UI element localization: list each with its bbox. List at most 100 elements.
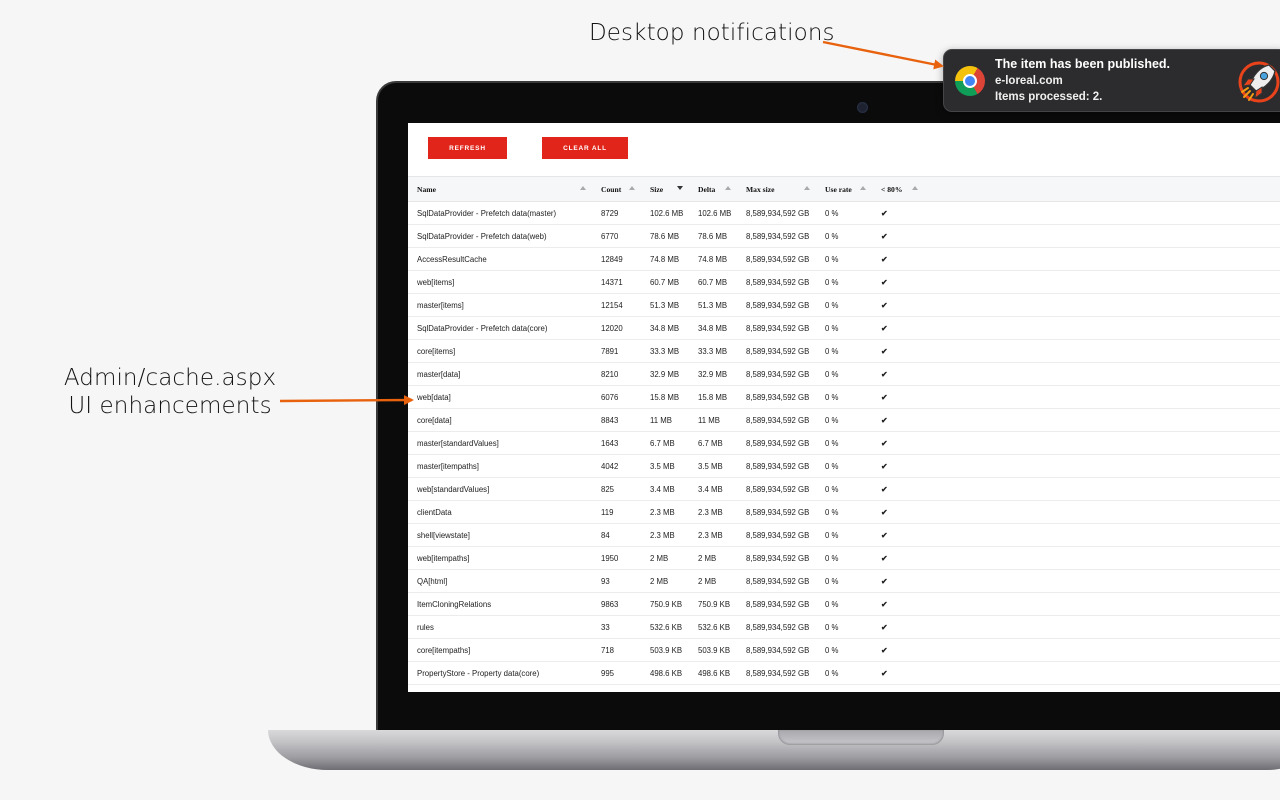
col-header-use-rate[interactable]: Use rate (816, 176, 872, 202)
table-row: master[itempaths] 4042 3.5 MB 3.5 MB 8,589,9… (408, 454, 1280, 478)
cell-under-80: ✔ (872, 661, 1280, 685)
cell-size: 532.6 KB (641, 615, 689, 639)
cell-under-80: ✔ (872, 270, 1280, 294)
laptop-base (268, 730, 1280, 770)
cell-size: 3.5 MB (641, 454, 689, 478)
cell-name: web[data] (408, 385, 592, 409)
cell-under-80: ✔ (872, 408, 1280, 432)
cell-max-size: 8,589,934,592 GB (737, 546, 816, 570)
desktop-notification[interactable]: The item has been published. e-loreal.co… (943, 49, 1280, 112)
cell-use-rate: 0 % (816, 454, 872, 478)
cell-name: web[items] (408, 270, 592, 294)
cell-size: 2.3 MB (641, 500, 689, 524)
cell-use-rate: 0 % (816, 316, 872, 340)
cell-under-80: ✔ (872, 362, 1280, 386)
cell-use-rate: 0 % (816, 615, 872, 639)
sort-asc-icon (629, 186, 635, 190)
cell-delta: 2 MB (689, 546, 737, 570)
col-header-name[interactable]: Name (408, 176, 592, 202)
cell-count: 8843 (592, 408, 641, 432)
cell-under-80: ✔ (872, 569, 1280, 593)
cell-count: 7891 (592, 339, 641, 363)
cell-delta: 2.3 MB (689, 523, 737, 547)
table-row: core[data] 8843 11 MB 11 MB 8,589,934,592 GB… (408, 408, 1280, 432)
cell-name: core[itempaths] (408, 638, 592, 662)
cell-delta: 32.9 MB (689, 362, 737, 386)
cell-delta: 15.8 MB (689, 385, 737, 409)
cell-name: AccessResultCache (408, 247, 592, 271)
admin-cache-caption: Admin/cache.aspx UI enhancements (48, 364, 292, 420)
cell-name: clientData (408, 500, 592, 524)
cell-use-rate: 0 % (816, 408, 872, 432)
cell-name: ItemCloningRelations (408, 592, 592, 616)
cell-size: 2 MB (641, 546, 689, 570)
cell-count: 12849 (592, 247, 641, 271)
cell-under-80: ✔ (872, 385, 1280, 409)
cell-delta: 6.7 MB (689, 431, 737, 455)
cell-size: 51.3 MB (641, 293, 689, 317)
cell-delta: 750.9 KB (689, 592, 737, 616)
admin-caption-line1: Admin/cache.aspx (63, 365, 277, 391)
col-header-max-size[interactable]: Max size (737, 176, 816, 202)
cell-count: 825 (592, 477, 641, 501)
col-header-under-80[interactable]: < 80% (872, 176, 1280, 202)
cell-delta: 3.5 MB (689, 454, 737, 478)
cell-under-80: ✔ (872, 500, 1280, 524)
cell-size: 3.4 MB (641, 477, 689, 501)
table-row: web[itempaths] 1950 2 MB 2 MB 8,589,934,592 … (408, 546, 1280, 570)
cell-name: web[standardValues] (408, 477, 592, 501)
cell-name: core[items] (408, 339, 592, 363)
cell-max-size: 8,589,934,592 GB (737, 431, 816, 455)
cell-max-size: 8,589,934,592 GB (737, 247, 816, 271)
cell-use-rate: 0 % (816, 569, 872, 593)
clear-all-button[interactable]: CLEAR ALL (542, 137, 628, 159)
chrome-icon (955, 66, 985, 96)
admin-caption-line2: UI enhancements (68, 393, 272, 419)
cell-delta: 503.9 KB (689, 638, 737, 662)
cell-size: 102.6 MB (641, 201, 689, 225)
cell-use-rate: 0 % (816, 592, 872, 616)
cell-delta: 3.4 MB (689, 477, 737, 501)
table-row: master[items] 12154 51.3 MB 51.3 MB 8,589,93… (408, 293, 1280, 317)
cell-count: 93 (592, 569, 641, 593)
cell-count: 8729 (592, 201, 641, 225)
cell-under-80: ✔ (872, 247, 1280, 271)
cell-size: 33.3 MB (641, 339, 689, 363)
notification-site: e-loreal.com (995, 75, 1063, 87)
table-row: web[data] 6076 15.8 MB 15.8 MB 8,589,934,592… (408, 385, 1280, 409)
table-row: web[items] 14371 60.7 MB 60.7 MB 8,589,934,5… (408, 270, 1280, 294)
cell-under-80: ✔ (872, 592, 1280, 616)
cell-max-size: 8,589,934,592 GB (737, 339, 816, 363)
table-row: master[standardValues] 1643 6.7 MB 6.7 MB 8,… (408, 431, 1280, 455)
cell-max-size: 8,589,934,592 GB (737, 454, 816, 478)
cell-use-rate: 0 % (816, 477, 872, 501)
cell-under-80: ✔ (872, 293, 1280, 317)
cell-name: master[data] (408, 362, 592, 386)
sort-desc-icon (677, 186, 683, 190)
table-row: AccessResultCache 12849 74.8 MB 74.8 MB 8,58… (408, 247, 1280, 271)
toolbar: REFRESH CLEAR ALL (408, 123, 1280, 176)
cell-use-rate: 0 % (816, 500, 872, 524)
cell-count: 1643 (592, 431, 641, 455)
col-header-count[interactable]: Count (592, 176, 641, 202)
sort-asc-icon (725, 186, 731, 190)
arrow-to-notification (822, 40, 944, 70)
table-row: web[standardValues] 825 3.4 MB 3.4 MB 8,589,… (408, 477, 1280, 501)
cell-max-size: 8,589,934,592 GB (737, 523, 816, 547)
cell-max-size: 8,589,934,592 GB (737, 615, 816, 639)
cell-max-size: 8,589,934,592 GB (737, 293, 816, 317)
col-header-delta[interactable]: Delta (689, 176, 737, 202)
cell-use-rate: 0 % (816, 339, 872, 363)
cell-count: 119 (592, 500, 641, 524)
refresh-button[interactable]: REFRESH (428, 137, 507, 159)
cell-name: web[itempaths] (408, 546, 592, 570)
cell-delta: 78.6 MB (689, 224, 737, 248)
cell-name: master[standardValues] (408, 431, 592, 455)
cell-count: 1950 (592, 546, 641, 570)
cell-size: 34.8 MB (641, 316, 689, 340)
cell-name: SqlDataProvider - Prefetch data(web) (408, 224, 592, 248)
col-header-size[interactable]: Size (641, 176, 689, 202)
cell-under-80: ✔ (872, 523, 1280, 547)
cell-under-80: ✔ (872, 339, 1280, 363)
cell-count: 718 (592, 638, 641, 662)
